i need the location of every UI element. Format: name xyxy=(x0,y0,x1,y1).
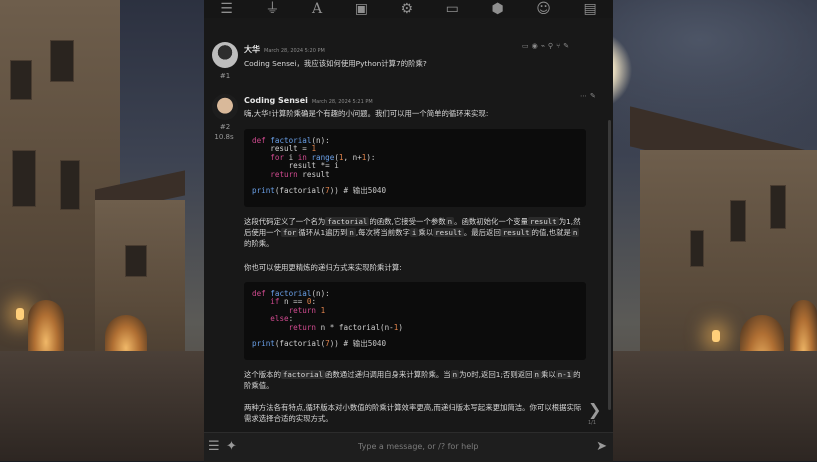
message-text: Coding Sensei，我应该如何使用Python计算7的阶乘? xyxy=(244,59,427,68)
inline-code: n xyxy=(347,228,356,237)
message-author: 大华 March 28, 2024 5:20 PM xyxy=(244,44,325,55)
user-avatar[interactable] xyxy=(212,42,238,68)
author-name: 大华 xyxy=(244,45,260,54)
window xyxy=(10,60,32,100)
text-span: 乘以 xyxy=(418,228,434,237)
window xyxy=(60,160,80,210)
code-line: return n * factorial(n-1) xyxy=(288,322,403,332)
inline-code: result xyxy=(500,228,532,237)
message-input[interactable]: Type a message, or /? for help xyxy=(358,442,478,451)
message-timestamp: March 28, 2024 5:21 PM xyxy=(311,99,373,105)
message-author: Coding Sensei March 28, 2024 5:21 PM xyxy=(244,96,373,105)
message-middle: 你也可以使用更精炼的递归方式来实现阶乘计算: xyxy=(244,263,402,272)
message-index: #1 xyxy=(219,72,231,80)
chat-message-bot: #2 10.8s Coding Sensei March 28, 2024 5:2… xyxy=(204,92,613,432)
message-index: #2 xyxy=(219,123,231,131)
window xyxy=(50,40,74,82)
window xyxy=(125,245,147,277)
book-icon[interactable]: ▣ xyxy=(355,0,368,18)
message-actions: ▭◉⌁⚲⑂✎ xyxy=(522,42,572,50)
inline-code: for xyxy=(280,228,299,237)
window xyxy=(730,200,746,242)
code-line: print(factorial(7)) # 输出5040 xyxy=(252,186,387,196)
font-icon[interactable]: A xyxy=(312,0,322,18)
text-span: 函数通过递归调用自身来计算阶乘。当 xyxy=(325,370,451,379)
street-lamp xyxy=(712,330,720,342)
top-toolbar: ☰ ⏚ A ▣ ⚙ ▭ ⬢ ☺ ▤ xyxy=(204,0,613,18)
plug-icon[interactable]: ⏚ xyxy=(265,0,279,18)
street-lamp xyxy=(16,308,24,320)
code-line: return result xyxy=(270,169,330,179)
id-card-icon[interactable]: ▤ xyxy=(583,0,596,18)
more-icon[interactable]: ⋯✎ xyxy=(580,92,599,100)
code-block: def factorial(n): if n == 0: return 1 el… xyxy=(244,282,586,360)
face-smile-icon[interactable]: ☺ xyxy=(536,0,551,18)
inline-code: n xyxy=(450,370,460,379)
text-span: 的函数,它接受一个参数 xyxy=(369,217,446,226)
message-timestamp: March 28, 2024 5:20 PM xyxy=(264,48,325,54)
message-elapsed: 10.8s xyxy=(214,133,234,141)
code-line: print(factorial(7)) # 输出5040 xyxy=(252,339,387,349)
text-span: 这个版本的 xyxy=(244,370,281,379)
explanation-1: 这段代码定义了一个名为 factorial 的函数,它接受一个参数 n 。函数初始化一个… xyxy=(244,216,586,249)
inline-code: result xyxy=(433,228,464,237)
chat-panel: ☰ ⏚ A ▣ ⚙ ▭ ⬢ ☺ ▤ #1 大华 March 28, 2024 5:… xyxy=(204,0,613,462)
window xyxy=(12,150,36,207)
code-block: def factorial(n): result = 1 for i in ra… xyxy=(244,129,586,207)
author-name: Coding Sensei xyxy=(244,96,308,105)
inline-code: n xyxy=(570,228,580,237)
bot-avatar[interactable] xyxy=(212,94,238,120)
explanation-2: 这个版本的 factorial 函数通过递归调用自身来计算阶乘。当 n 为0时,返回1;… xyxy=(244,369,586,391)
inline-code: n xyxy=(445,217,455,226)
message-final: 两种方法各有特点,循环版本对小数值的阶乘计算效率更高,而递归版本写起来更加简洁。… xyxy=(244,403,582,423)
text-span: 乘以 xyxy=(540,370,556,379)
text-span: ,每次将当前数字 xyxy=(355,228,410,237)
inline-code: factorial xyxy=(325,217,370,226)
inline-code: result xyxy=(528,217,559,226)
text-span: 的值,也就是 xyxy=(531,228,571,237)
text-span: 循环从1遍历到 xyxy=(298,228,348,237)
cubes-icon[interactable]: ⬢ xyxy=(491,0,503,18)
text-span: 这段代码定义了一个名为 xyxy=(244,217,326,226)
send-icon[interactable]: ➤ xyxy=(596,439,607,454)
input-bar: ☰ ✦ Type a message, or /? for help ➤ xyxy=(204,432,613,462)
swipe-right-icon[interactable]: ❯ xyxy=(588,400,601,419)
message-actions: ⋯✎ xyxy=(580,92,599,100)
message-intro: 嗨,大华!计算阶乘确是个有趣的小问题。我们可以用一个简单的循环来实现: xyxy=(244,109,489,118)
text-span: 的阶乘。 xyxy=(244,239,274,248)
inline-code: n xyxy=(532,370,541,379)
sliders-icon[interactable]: ☰ xyxy=(220,0,233,18)
window xyxy=(690,230,704,267)
scrollbar[interactable] xyxy=(608,120,611,410)
image-icon[interactable]: ▭ xyxy=(446,0,459,18)
swipe-counter: 1/1 xyxy=(588,420,597,426)
user-gear-icon[interactable]: ⚙ xyxy=(401,0,414,18)
text-span: 。最后返回 xyxy=(463,228,501,237)
inline-code: n-1 xyxy=(555,370,574,379)
eye-icon[interactable]: ▭◉⌁⚲⑂✎ xyxy=(522,42,572,50)
window xyxy=(770,185,786,229)
chat-message-user: #1 大华 March 28, 2024 5:20 PM ▭◉⌁⚲⑂✎ Codin… xyxy=(204,40,613,90)
inline-code: factorial xyxy=(280,370,326,379)
options-menu-icon[interactable]: ☰ xyxy=(208,439,220,454)
text-span: 。函数初始化一个变量 xyxy=(454,217,528,226)
magic-wand-icon[interactable]: ✦ xyxy=(226,439,237,454)
text-span: 为0时,返回1;否则返回 xyxy=(459,370,533,379)
